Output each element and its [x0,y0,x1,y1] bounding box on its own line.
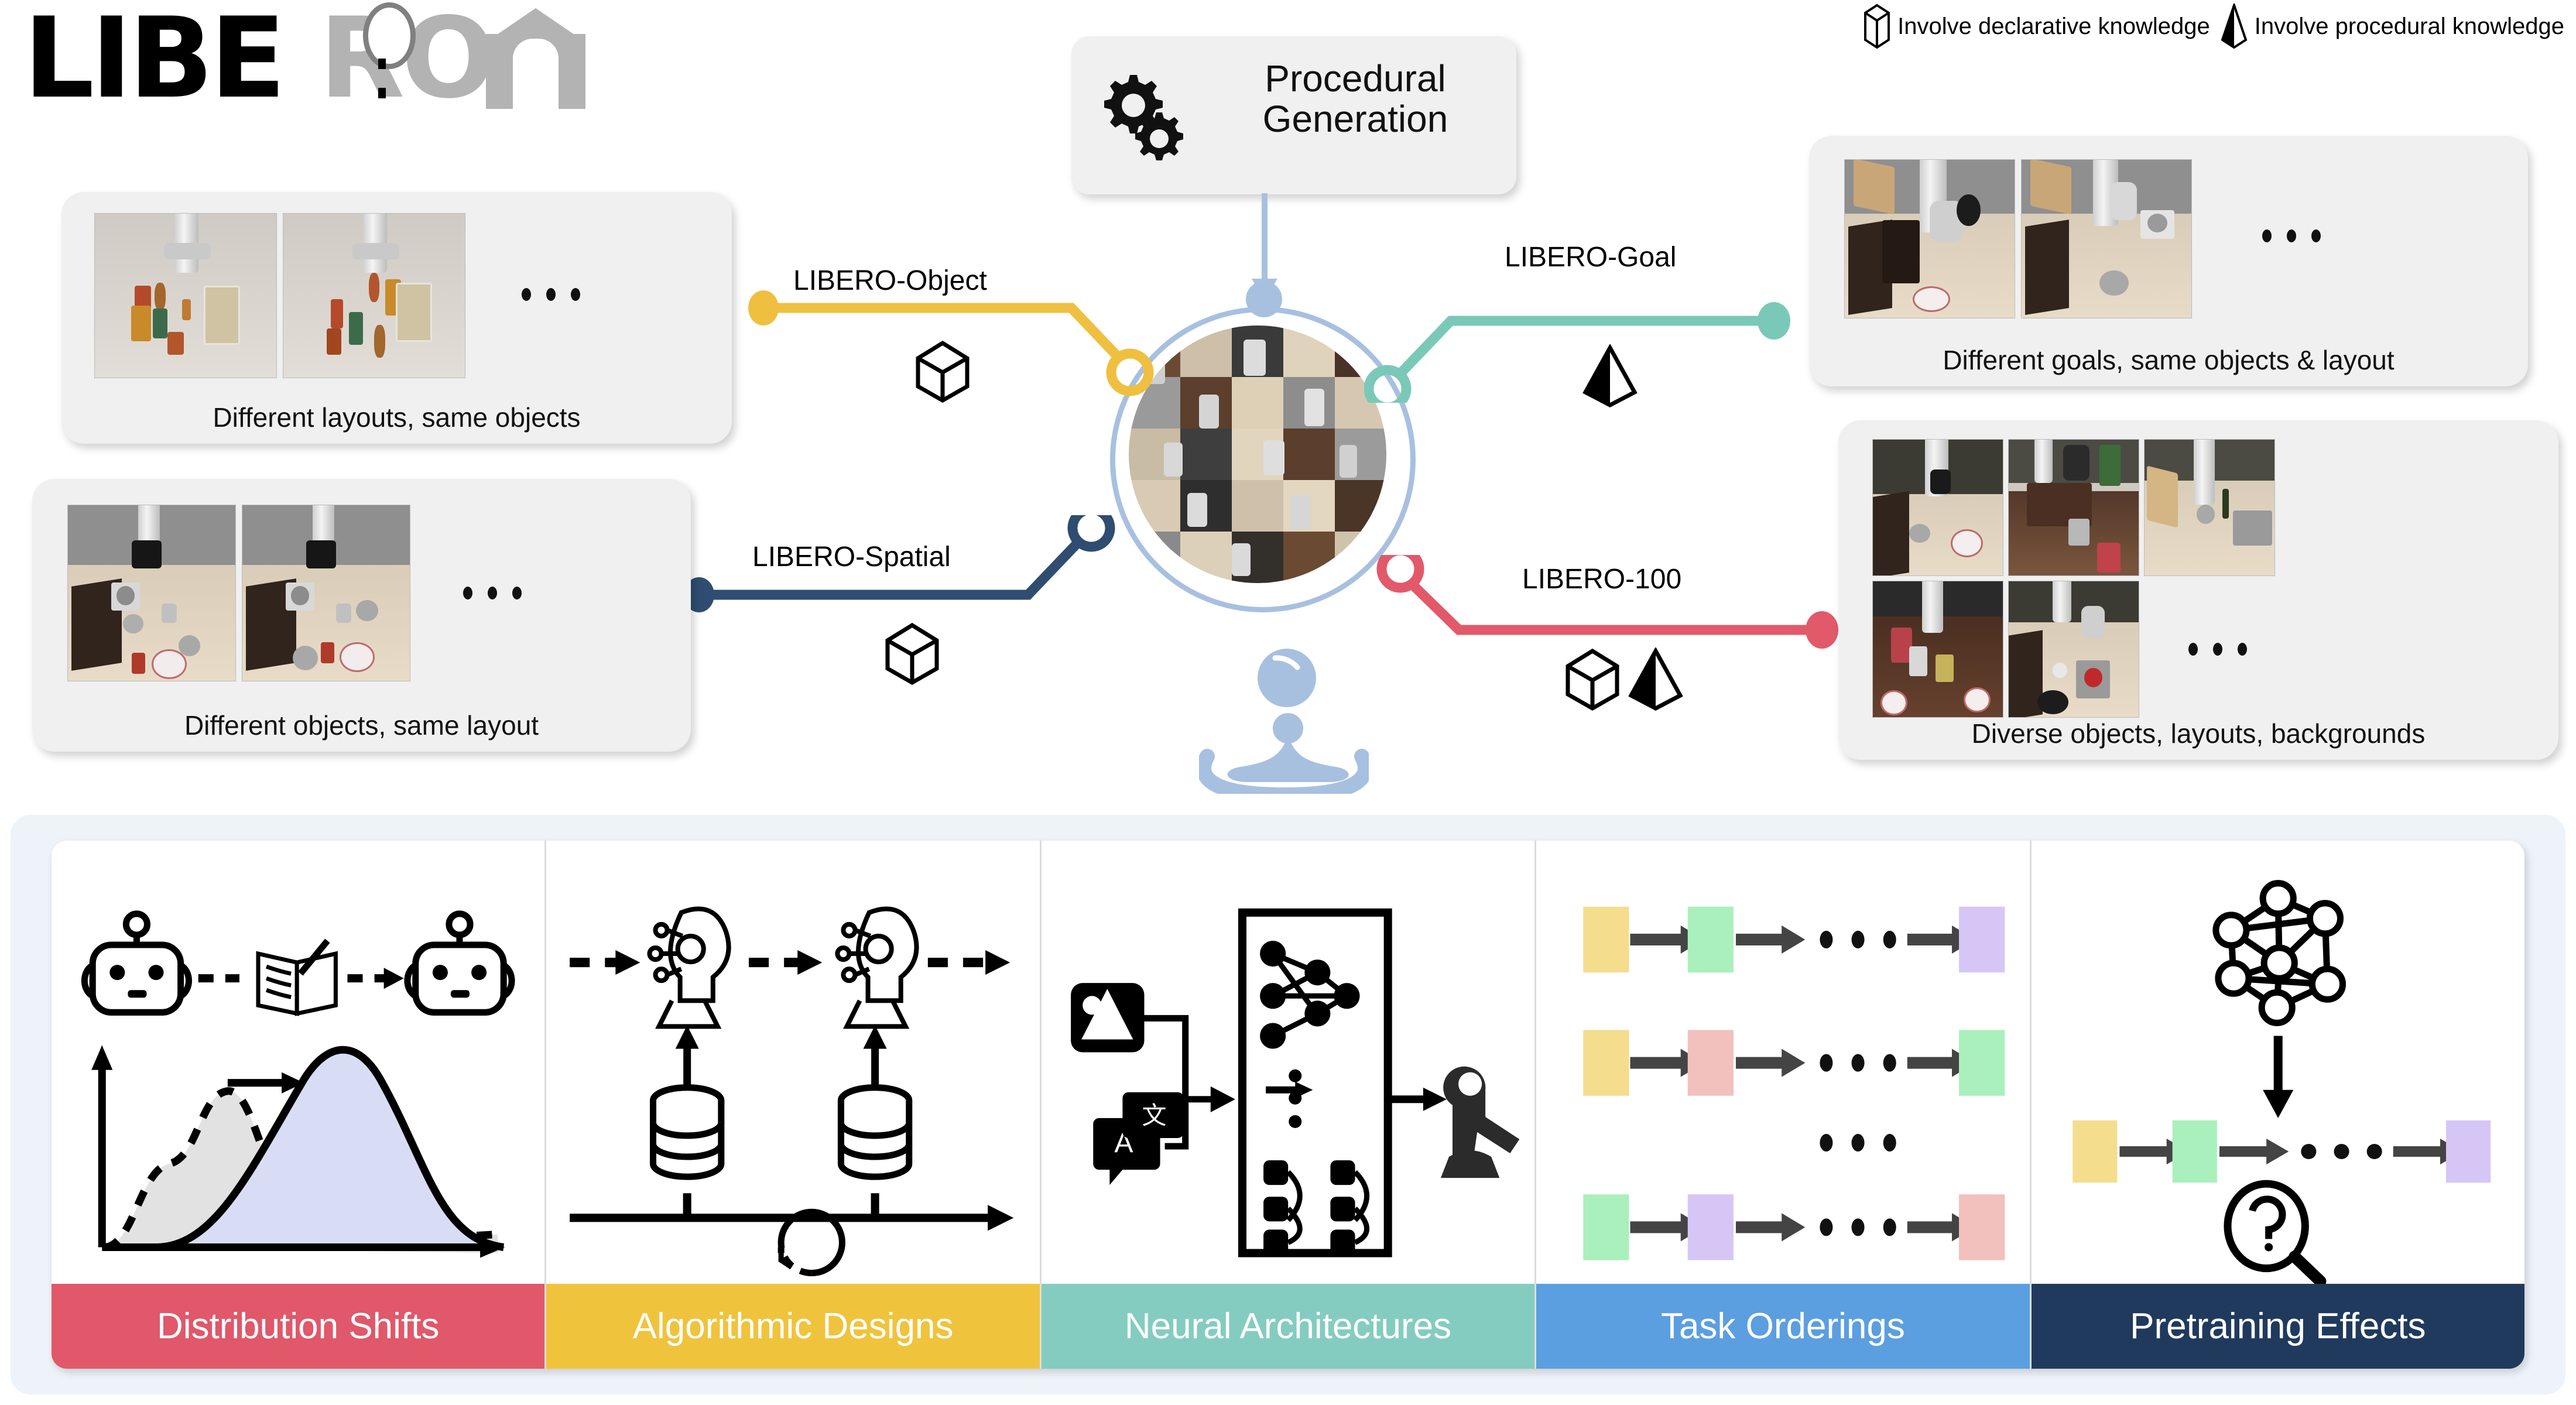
libero-object-declarative-cube-icon [916,340,970,403]
task-screenshot [242,505,410,681]
database-icon [838,1084,913,1180]
image-icon [1070,983,1145,1053]
suite-card-libero-100: Diverse objects, layouts, backgrounds [1838,420,2558,760]
task-screenshot [94,213,277,378]
task-screenshot [283,213,465,378]
task-screenshot [1844,159,2015,318]
task-screenshot [2008,581,2139,718]
topic-label-distribution-shifts: Distribution Shifts [156,1306,440,1347]
suite-caption-libero-goal: Different goals, same objects & layout [1943,345,2395,375]
topic-bar-algorithmic-designs: Algorithmic Designs [546,1284,1040,1369]
topic-card-pretraining-effects[interactable]: Pretraining Effects [2031,841,2524,1369]
task-screenshot [67,505,236,681]
task-screenshot [2021,159,2192,318]
topic-card-neural-architectures[interactable]: A 文 Neural Architectures [1041,841,1537,1369]
procedural-generation-card: Procedural Generation [1071,36,1516,194]
connector-label-libero-object: LIBERO-Object [793,265,987,296]
topic-label-task-orderings: Task Orderings [1660,1306,1905,1347]
magnifier-question-icon [2224,1180,2327,1287]
procedural-generation-line1: Procedural [1265,57,1446,100]
ai-head-icon [835,906,919,1029]
suite-card-libero-object: Different layouts, same objects [61,192,732,444]
gears-icon [1104,75,1183,160]
distribution-shift-plot [91,1045,505,1258]
more-tasks-ellipsis [2262,229,2321,242]
language-icon: A 文 [1093,1092,1184,1185]
task-screenshot [1872,581,2003,718]
task-screenshot [2008,439,2139,576]
topic-illustration-neural-architectures: A 文 [1042,841,1534,1284]
declarative-cube-icon [1864,4,1890,49]
libero-100-procedural-pyramid-icon [1628,647,1683,711]
topic-bar-distribution-shifts: Distribution Shifts [52,1284,545,1369]
legend-item-procedural: Involve procedural knowledge [2221,4,2564,49]
suite-caption-libero-spatial: Different objects, same layout [184,710,539,741]
topic-card-algorithmic-designs[interactable]: Algorithmic Designs [546,841,1042,1369]
libero-100-declarative-cube-icon [1566,648,1619,711]
robot-arm-icon [1440,1066,1520,1178]
database-icon [650,1084,725,1180]
task-screenshot [2144,439,2275,576]
libero-spatial-declarative-cube-icon [885,622,939,686]
connector-label-libero-spatial: LIBERO-Spatial [752,542,951,573]
connector-label-libero-100: LIBERO-100 [1522,564,1682,595]
suite-card-libero-spatial: Different objects, same layout [32,479,691,752]
connector-libero-spatial [684,515,1115,612]
topic-bar-task-orderings: Task Orderings [1536,1284,2030,1369]
legend-label-declarative: Involve declarative knowledge [1897,13,2210,39]
book-pen-icon [256,938,338,1016]
suite-caption-libero-object: Different layouts, same objects [213,402,581,433]
topic-label-pretraining-effects: Pretraining Effects [2130,1306,2426,1347]
topic-card-task-orderings[interactable]: Task Orderings [1536,841,2032,1369]
suite-card-libero-goal: Different goals, same objects & layout [1809,136,2528,386]
logo-text-black: LIBE [23,0,286,123]
topic-illustration-algorithmic-designs [546,841,1039,1284]
more-tasks-ellipsis [522,288,580,301]
legend-item-declarative: Involve declarative knowledge [1864,4,2210,49]
topic-illustration-distribution-shifts [52,841,544,1284]
more-tasks-ellipsis [2188,643,2247,656]
suite-caption-libero-100: Diverse objects, layouts, backgrounds [1971,718,2426,749]
connector-label-libero-goal: LIBERO-Goal [1505,242,1677,273]
task-screenshot [1872,439,2003,576]
topic-label-neural-architectures: Neural Architectures [1124,1306,1452,1347]
study-topics-strip: Distribution Shifts Algorithmic Designs … [52,841,2524,1369]
procedural-pyramid-icon [2221,4,2248,49]
logo-robot-head-ring-icon [363,2,416,69]
procedural-generation-line2: Generation [1262,98,1448,140]
topic-label-algorithmic-designs: Algorithmic Designs [632,1306,954,1347]
svg-text:文: 文 [1142,1102,1166,1129]
water-droplet-splash-icon [1199,649,1369,794]
logo-house-icon [486,8,585,109]
topic-bar-neural-architectures: Neural Architectures [1041,1284,1535,1369]
topic-bar-pretraining-effects: Pretraining Effects [2031,1284,2524,1369]
neural-network-icon [2212,880,2346,1026]
more-tasks-ellipsis [463,587,522,599]
legend-label-procedural: Involve procedural knowledge [2254,13,2564,39]
knowledge-legend: Involve declarative knowledge Involve pr… [1864,4,2564,49]
libero-goal-procedural-pyramid-icon [1582,344,1638,407]
topic-illustration-task-orderings [1536,841,2029,1284]
study-topics-section: Distribution Shifts Algorithmic Designs … [11,815,2565,1394]
topic-card-distribution-shifts[interactable]: Distribution Shifts [52,841,547,1369]
libero-logo: LIBE RO [23,0,621,123]
ai-head-icon [647,906,732,1029]
topic-illustration-pretraining-effects [2032,841,2524,1287]
timeline-arrow-icon [570,1193,993,1222]
